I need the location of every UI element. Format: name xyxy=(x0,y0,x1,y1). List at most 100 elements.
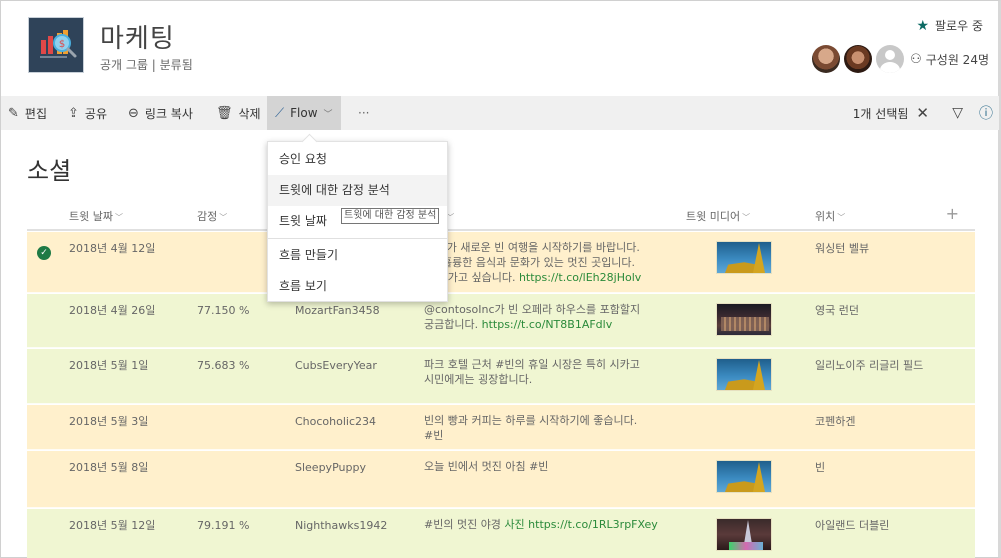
tweet-text-line: 파크 호텔 근처 #빈의 휴일 시장은 특히 시카고 xyxy=(424,358,640,371)
group-title: 마케팅 xyxy=(100,24,175,54)
cell-tweet: @contosoInc가 빈 오페라 하우스를 포함할지궁금합니다. https… xyxy=(424,302,684,332)
cell-date: 2018년 4월 26일 xyxy=(69,304,156,317)
follow-button[interactable]: ★ 팔로우 중 xyxy=(916,17,983,34)
cell-location: 워싱턴 벨뷰 xyxy=(815,242,870,255)
cell-date: 2018년 5월 1일 xyxy=(69,359,149,372)
delete-label: 삭제 xyxy=(238,106,261,121)
cell-sentiment: 79.191 % xyxy=(197,519,250,532)
menu-divider xyxy=(268,238,447,239)
follow-label: 팔로우 중 xyxy=(935,19,983,33)
add-column-icon[interactable]: + xyxy=(946,204,959,223)
menu-item-create-flow[interactable]: 흐름 만들기 xyxy=(268,240,447,271)
cell-user: MozartFan3458 xyxy=(295,304,380,317)
tweet-media-thumbnail[interactable] xyxy=(716,518,772,551)
table-header: 트윗 날짜﹀ 감정﹀ 트윗﹀ 트윗 미디어﹀ 위치﹀ + xyxy=(27,201,975,231)
flow-button[interactable]: ⟋ Flow ﹀ xyxy=(267,96,341,130)
cell-location: 아일랜드 더블린 xyxy=(815,519,890,532)
cell-sentiment: 75.683 % xyxy=(197,359,250,372)
pencil-icon: ✎ xyxy=(8,105,19,121)
cell-tweet: 파크 호텔 근처 #빈의 휴일 시장은 특히 시카고시민에게는 굉장합니다. xyxy=(424,357,684,387)
clear-selection-icon[interactable]: ✕ xyxy=(916,104,929,122)
tweet-media-thumbnail[interactable] xyxy=(716,241,772,274)
tweet-text-line: 궁금합니다. xyxy=(424,318,479,331)
tweet-link[interactable]: https://t.co/NT8B1AFdlv xyxy=(482,318,613,331)
page-title: 소셜 xyxy=(27,157,72,185)
row-selected-checkmark-icon[interactable]: ✓ xyxy=(37,246,51,260)
avatar[interactable] xyxy=(812,45,841,73)
flow-label: Flow xyxy=(290,106,318,120)
cell-user: SleepyPuppy xyxy=(295,461,366,474)
cell-date: 2018년 4월 12일 xyxy=(69,242,156,255)
trash-icon: 🗑 xyxy=(216,105,233,121)
menu-item-request-approval[interactable]: 승인 요청 xyxy=(268,144,447,175)
chevron-down-icon: ﹀ xyxy=(837,213,846,222)
group-subtitle: 공개 그룹 | 분류됨 xyxy=(100,58,193,72)
chevron-down-icon: ﹀ xyxy=(114,213,123,222)
cell-location: 영국 런던 xyxy=(815,304,859,317)
app-frame: $ 마케팅 공개 그룹 | 분류됨 ★ 팔로우 중 ⚇ 구성원 24명 ✎ 편집… xyxy=(0,0,1001,558)
svg-text:$: $ xyxy=(59,39,65,50)
column-header-date[interactable]: 트윗 날짜 ﹀ xyxy=(69,208,123,224)
cell-tweet: #빈의 멋진 야경 사진 https://t.co/1RL3rpFXey xyxy=(424,517,684,532)
person-icon: ⚇ xyxy=(910,51,922,67)
menu-item-see-flows[interactable]: 흐름 보기 xyxy=(268,271,447,302)
edit-label: 편집 xyxy=(24,106,47,121)
command-bar: ✎ 편집 ⇪ 공유 ⊖ 링크 복사 🗑 삭제 ⟋ Flow ﹀ ··· 1개 선… xyxy=(1,96,999,130)
delete-button[interactable]: 🗑 삭제 xyxy=(211,96,266,130)
members-area[interactable]: ⚇ 구성원 24명 xyxy=(812,45,989,73)
column-header-sentiment[interactable]: 감정 ﹀ xyxy=(197,208,227,224)
chevron-down-icon: ﹀ xyxy=(742,213,751,222)
tweet-text-line: 빈의 빵과 커피는 하루를 시작하기에 좋습니다. xyxy=(424,414,638,427)
chart-magnifier-icon: $ xyxy=(40,30,77,58)
menu-item-sentiment-analysis[interactable]: 트윗에 대한 감정 분석 xyxy=(268,175,447,206)
table-row[interactable]: ✓ 2018년 4월 12일 olnc가 새로운 빈 여행을 시작하기를 바랍니다.… xyxy=(27,232,975,293)
table-row[interactable]: 2018년 5월 1일 75.683 % CubsEveryYear 파크 호텔 근처… xyxy=(27,349,975,404)
table-row[interactable]: 2018년 4월 26일 77.150 % MozartFan3458 @contos… xyxy=(27,294,975,348)
members-count[interactable]: 구성원 24명 xyxy=(926,51,989,68)
cell-user: CubsEveryYear xyxy=(295,359,377,372)
filter-icon[interactable]: ▽ xyxy=(952,96,963,130)
edit-button[interactable]: ✎ 편집 xyxy=(3,96,52,130)
tweet-link[interactable]: https://t.co/lEh28jHolv xyxy=(519,271,641,284)
info-icon[interactable]: ⓘ xyxy=(979,96,993,130)
avatar[interactable] xyxy=(844,45,873,73)
cell-date: 2018년 5월 8일 xyxy=(69,461,149,474)
column-header-location[interactable]: 위치 ﹀ xyxy=(815,208,845,224)
cell-tweet: 오늘 빈에서 멋진 아침 #빈 xyxy=(424,459,684,474)
tweet-media-thumbnail[interactable] xyxy=(716,358,772,391)
copy-link-button[interactable]: ⊖ 링크 복사 xyxy=(123,96,198,130)
group-logo: $ xyxy=(28,17,84,73)
flow-icon: ⟋ xyxy=(275,105,285,121)
group-header: $ 마케팅 공개 그룹 | 분류됨 ★ 팔로우 중 ⚇ 구성원 24명 xyxy=(1,1,999,95)
avatar-placeholder[interactable] xyxy=(876,45,905,73)
table-row[interactable]: 2018년 5월 8일 SleepyPuppy 오늘 빈에서 멋진 아침 #빈 빈 xyxy=(27,451,975,508)
tooltip: 트윗에 대한 감정 분석 xyxy=(341,208,440,224)
cell-user: Nighthawks1942 xyxy=(295,519,388,532)
column-header-media[interactable]: 트윗 미디어 ﹀ xyxy=(686,208,750,224)
tweet-text-line: #빈 xyxy=(424,429,444,442)
table-row[interactable]: 2018년 5월 12일 79.191 % Nighthawks1942 #빈의 멋진… xyxy=(27,509,975,558)
tweet-link[interactable]: 사진 https://t.co/1RL3rpFXey xyxy=(504,518,657,531)
share-button[interactable]: ⇪ 공유 xyxy=(63,96,112,130)
selected-count: 1개 선택됨 xyxy=(852,106,909,121)
link-icon: ⊖ xyxy=(128,105,139,121)
cell-tweet: olnc가 새로운 빈 여행을 시작하기를 바랍니다. !은 훌륭한 음식과 문화… xyxy=(424,240,684,285)
tweet-text-line: !은 훌륭한 음식과 문화가 있는 멋진 곳입니다. xyxy=(424,256,636,269)
more-button[interactable]: ··· xyxy=(353,96,374,130)
cell-tweet: 빈의 빵과 커피는 하루를 시작하기에 좋습니다. #빈 xyxy=(424,413,684,443)
star-icon: ★ xyxy=(916,17,930,34)
selection-status: 1개 선택됨 ✕ xyxy=(853,96,929,130)
table-row[interactable]: 2018년 5월 3일 Chocoholic234 빈의 빵과 커피는 하루를 시작… xyxy=(27,405,975,450)
tweet-text-line: @contosoInc가 빈 오페라 하우스를 포함할지 xyxy=(424,303,641,316)
chevron-down-icon: ﹀ xyxy=(323,109,333,120)
tweet-text-line: olnc가 새로운 빈 여행을 시작하기를 바랍니다. xyxy=(424,241,640,254)
copy-link-label: 링크 복사 xyxy=(144,106,193,121)
cell-date: 2018년 5월 12일 xyxy=(69,519,156,532)
cell-sentiment: 77.150 % xyxy=(197,304,250,317)
share-label: 공유 xyxy=(84,106,107,121)
tweet-media-thumbnail[interactable] xyxy=(716,460,772,493)
tweet-media-thumbnail[interactable] xyxy=(716,303,772,336)
cell-location: 코펜하겐 xyxy=(815,415,856,428)
tweet-text-line: 시민에게는 굉장합니다. xyxy=(424,373,533,386)
share-icon: ⇪ xyxy=(68,105,79,121)
